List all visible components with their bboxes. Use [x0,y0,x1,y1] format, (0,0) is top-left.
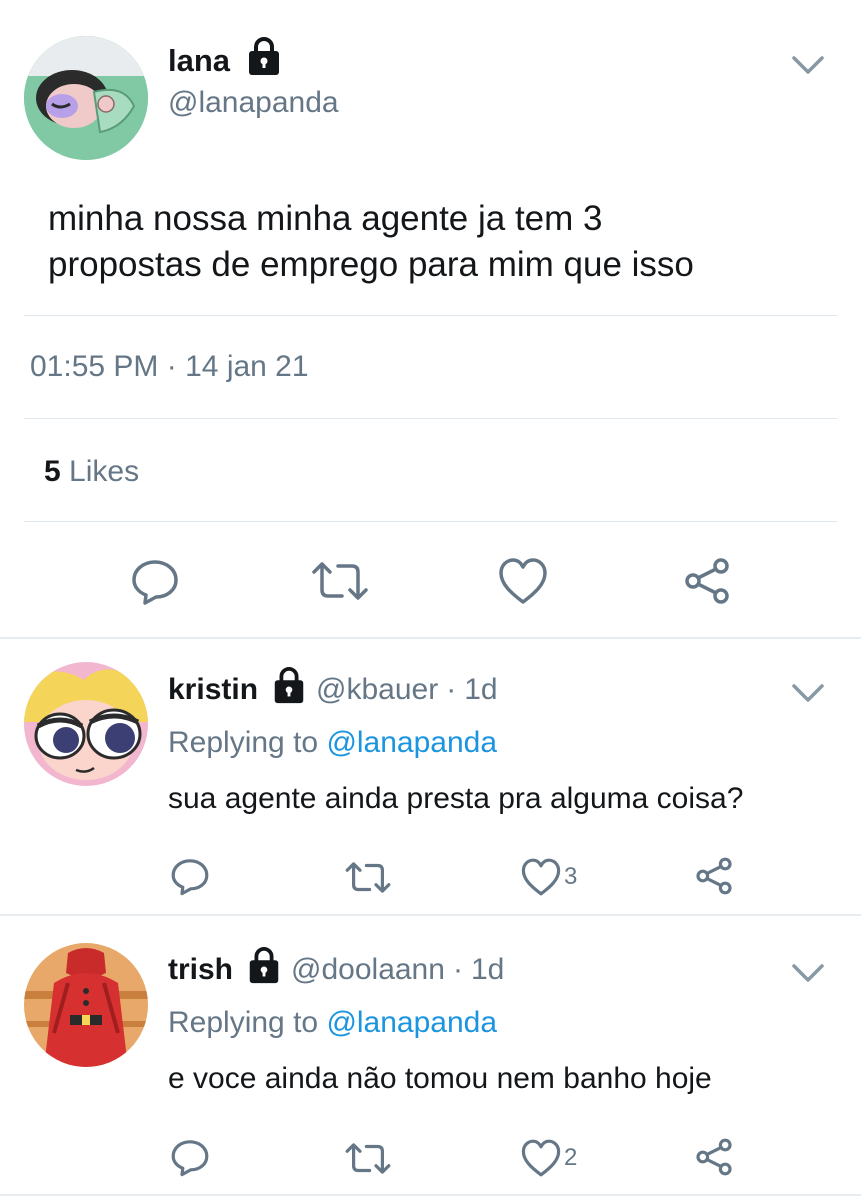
avatar[interactable] [24,662,148,786]
retweet-button[interactable] [344,859,392,896]
replying-to: Replying to @lanapanda [168,1006,497,1040]
like-count: 2 [564,1144,578,1171]
divider [24,521,837,522]
chevron-down-icon[interactable] [790,52,826,83]
like-count: 3 [564,863,578,890]
divider [24,315,837,316]
separator: · [452,953,463,986]
reply-icon [171,1140,209,1177]
share-icon [696,857,732,895]
likes-count: 5 [44,455,61,488]
retweet-icon [345,1143,391,1174]
divider [0,1194,861,1196]
like-button[interactable]: 2 [520,1138,577,1178]
retweet-icon [312,562,368,600]
share-icon [696,1138,732,1176]
reply-text: e voce ainda não tomou nem banho hoje [168,1062,712,1095]
handle[interactable]: @lanapanda [168,86,339,120]
separator: · [166,350,177,383]
tweet-text-line: propostas de emprego para mim que isso [48,245,694,284]
reply-button[interactable] [170,856,210,896]
tweet-text-line: minha nossa minha agente ja tem 3 [48,199,603,238]
timestamp[interactable]: 01:55 PM · 14 jan 21 [30,350,309,384]
reply-button[interactable] [130,556,180,606]
replying-handle-link[interactable]: @lanapanda [326,1006,497,1039]
divider [24,418,837,419]
handle[interactable]: @doolaann [291,953,445,987]
like-button[interactable] [497,556,549,606]
replying-prefix: Replying to [168,726,319,759]
share-button[interactable] [694,1137,734,1177]
share-icon [685,558,729,604]
likes-label: Likes [69,455,140,488]
like-icon [521,858,561,896]
display-name[interactable]: trish [168,953,233,987]
tweet-time: 01:55 PM [30,350,159,383]
chevron-down-icon[interactable] [790,960,826,991]
handle[interactable]: @kbauer [316,673,438,707]
likes-stat[interactable]: 5 Likes [44,455,139,489]
display-name[interactable]: lana [168,43,230,79]
retweet-icon [345,862,391,893]
replying-handle-link[interactable]: @lanapanda [326,726,497,759]
replying-prefix: Replying to [168,1006,319,1039]
like-icon [521,1139,561,1177]
reply-icon [132,560,178,605]
share-button[interactable] [694,856,734,896]
reply-icon [171,859,209,896]
lock-icon [270,666,308,714]
tweet-date: 14 jan 21 [185,350,309,383]
avatar[interactable] [24,36,148,160]
divider [0,637,861,639]
reply-button[interactable] [170,1137,210,1177]
like-icon [499,558,547,604]
replying-to: Replying to @lanapanda [168,726,497,760]
retweet-button[interactable] [310,558,370,604]
tweet-age[interactable]: 1d [464,673,497,707]
lock-icon [244,36,284,86]
lock-icon [245,946,283,994]
separator: · [446,673,457,706]
chevron-down-icon[interactable] [790,680,826,711]
reply-text: sua agente ainda presta pra alguma coisa… [168,782,744,815]
divider [0,914,861,916]
tweet-age[interactable]: 1d [471,953,504,987]
avatar[interactable] [24,943,148,1067]
tweet-text: minha nossa minha agente ja tem 3 propos… [48,196,694,288]
share-button[interactable] [682,556,732,606]
like-button[interactable]: 3 [520,857,577,897]
display-name[interactable]: kristin [168,673,258,707]
retweet-button[interactable] [344,1140,392,1177]
